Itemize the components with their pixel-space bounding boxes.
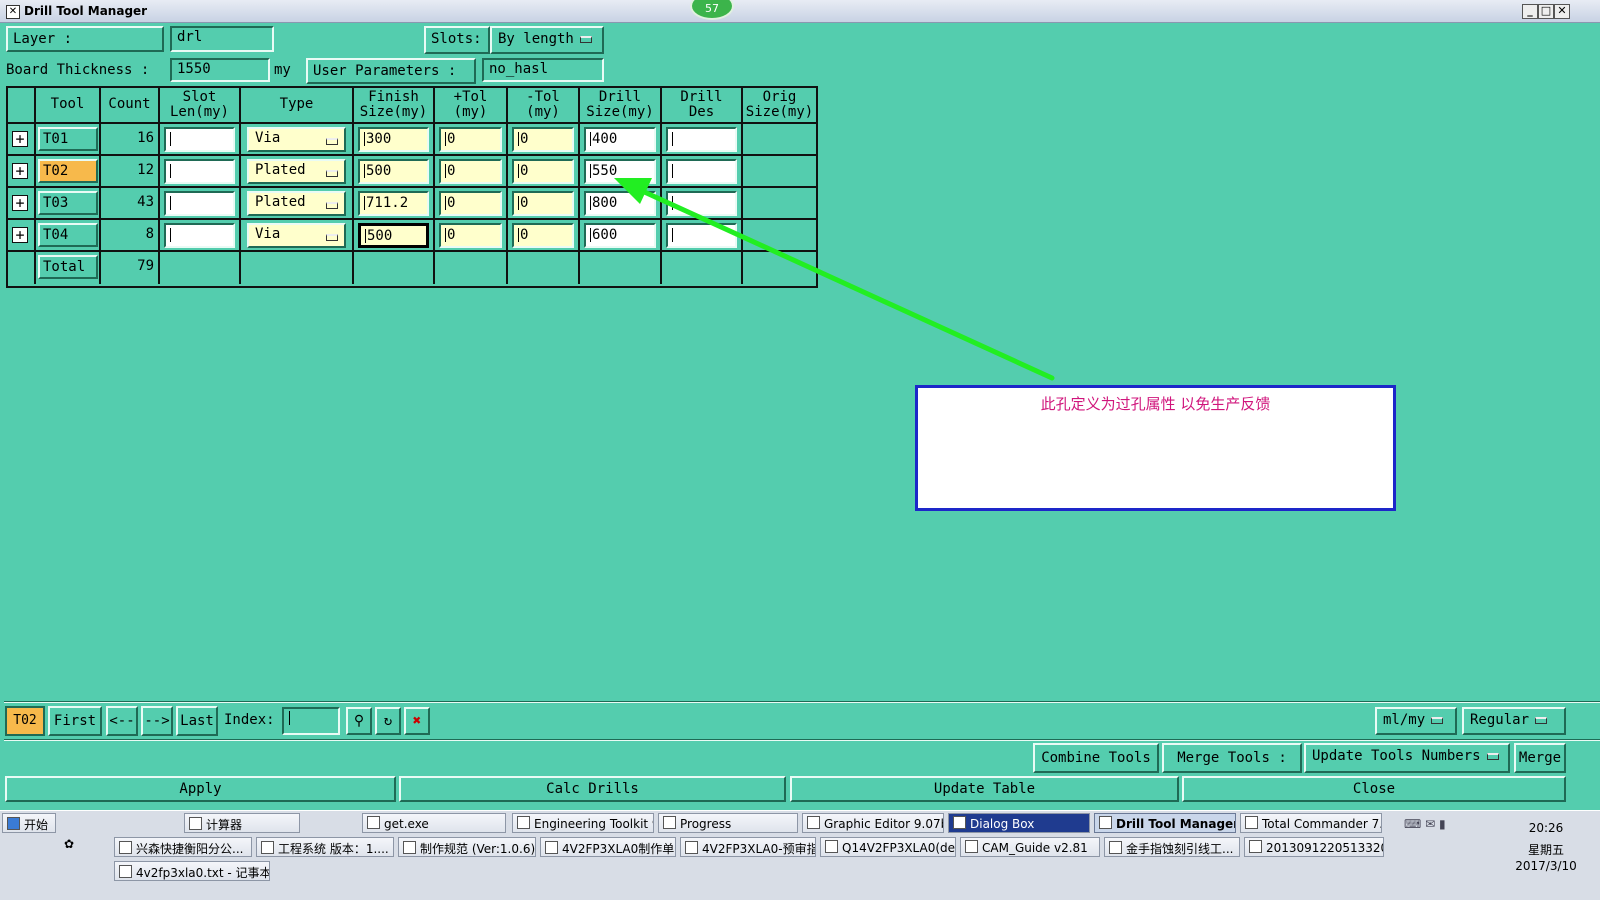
app-icon xyxy=(807,816,820,829)
apply-button[interactable]: Apply xyxy=(5,776,396,802)
taskbar-item-label: get.exe xyxy=(384,817,429,831)
merge-tools-label: Merge Tools : xyxy=(1162,743,1302,773)
taskbar-item[interactable]: get.exe xyxy=(362,813,506,833)
taskbar-item-label: Q14V2FP3XLA0(dezh... xyxy=(842,841,956,855)
search-icon[interactable]: ⚲ xyxy=(346,707,372,735)
taskbar-item-label: CAM_Guide v2.81 xyxy=(982,841,1088,855)
update-table-button[interactable]: Update Table xyxy=(790,776,1179,802)
mode-value: Regular xyxy=(1470,712,1530,728)
app-icon xyxy=(1245,816,1258,829)
taskbar-item[interactable]: Progress xyxy=(658,813,798,833)
taskbar-item[interactable]: Engineering Toolkit 9.... xyxy=(512,813,654,833)
divider xyxy=(4,739,1600,741)
index-label: Index: xyxy=(224,712,275,728)
taskbar-item-label: 兴森快捷衡阳分公... xyxy=(136,842,244,856)
taskbar-item-label: Engineering Toolkit 9.... xyxy=(534,817,653,831)
notepad-icon xyxy=(119,865,132,878)
update-tools-numbers-dropdown[interactable]: Update Tools Numbers xyxy=(1304,743,1510,773)
word-icon xyxy=(1109,841,1122,854)
taskbar-item[interactable]: 20130912205133203... xyxy=(1244,837,1384,857)
app-icon xyxy=(119,841,132,854)
taskbar-item-label: 金手指蚀刻引线工... xyxy=(1126,842,1234,856)
taskbar-item[interactable]: Total Commander 7.0 ... xyxy=(1240,813,1382,833)
windows-icon xyxy=(7,817,20,830)
app-icon xyxy=(1099,816,1112,829)
taskbar-item[interactable]: 4v2fp3xla0.txt - 记事本 xyxy=(114,861,270,881)
app-icon xyxy=(953,816,966,829)
taskbar: 开始 ✿ 计算器 get.exe Engineering Toolkit 9..… xyxy=(0,810,1600,900)
taskbar-item[interactable]: 4V2FP3XLA0制作单.... xyxy=(540,837,676,857)
taskbar-item[interactable]: 兴森快捷衡阳分公... xyxy=(114,837,252,857)
excel-icon xyxy=(685,841,698,854)
taskbar-item[interactable]: 金手指蚀刻引线工... xyxy=(1104,837,1240,857)
divider xyxy=(4,701,1600,703)
taskbar-item-label: Dialog Box xyxy=(970,817,1035,831)
app-icon xyxy=(663,816,676,829)
taskbar-item-label: 4V2FP3XLA0制作单.... xyxy=(562,842,675,856)
taskbar-item-label: Graphic Editor 9.07b2 ... xyxy=(824,817,943,831)
dropdown-arrow-icon xyxy=(1486,752,1499,760)
clock-day: 星期五 xyxy=(1527,843,1564,857)
index-input[interactable] xyxy=(282,707,340,735)
clock-time: 20:26 xyxy=(1528,821,1564,835)
taskbar-item-label: 4V2FP3XLA0-预审指... xyxy=(702,842,815,856)
last-button[interactable]: Last xyxy=(176,706,218,736)
word-icon xyxy=(1249,840,1262,853)
excel-icon xyxy=(825,840,838,853)
start-label: 开始 xyxy=(24,818,49,832)
taskbar-item-label: Total Commander 7.0 ... xyxy=(1262,817,1381,831)
units-dropdown[interactable]: ml/my xyxy=(1375,707,1457,735)
taskbar-item-label: 制作规范 (Ver:1.0.6) xyxy=(420,842,536,856)
next-button[interactable]: --> xyxy=(141,706,173,736)
taskbar-item-label: 20130912205133203... xyxy=(1266,841,1383,855)
app-icon xyxy=(517,816,530,829)
current-tool-indicator: T02 xyxy=(5,706,45,736)
taskbar-item-label: 计算器 xyxy=(206,818,243,832)
taskbar-item[interactable]: Dialog Box xyxy=(948,813,1090,833)
refresh-icon[interactable]: ↻ xyxy=(375,707,401,735)
taskbar-item-label: 4v2fp3xla0.txt - 记事本 xyxy=(136,866,270,880)
taskbar-item-label: 工程系统 版本：1.... xyxy=(278,842,389,856)
taskbar-item[interactable]: 工程系统 版本：1.... xyxy=(256,837,394,857)
taskbar-item[interactable]: 4V2FP3XLA0-预审指... xyxy=(680,837,816,857)
app-icon xyxy=(965,840,978,853)
calculator-icon xyxy=(189,817,202,830)
app-icon xyxy=(367,816,380,829)
calc-drills-button[interactable]: Calc Drills xyxy=(399,776,786,802)
clock-date: 2017/3/10 xyxy=(1515,859,1577,873)
prev-button[interactable]: <-- xyxy=(106,706,138,736)
taskbar-item-active[interactable]: Drill Tool Manager xyxy=(1094,813,1236,833)
taskbar-item[interactable]: Graphic Editor 9.07b2 ... xyxy=(802,813,944,833)
dropdown-arrow-icon xyxy=(1431,716,1444,724)
taskbar-item[interactable]: CAM_Guide v2.81 xyxy=(960,837,1100,857)
first-button[interactable]: First xyxy=(48,706,102,736)
tray-icons[interactable]: ⌨ ✉ ▮ xyxy=(1404,817,1446,831)
taskbar-item-label: Drill Tool Manager xyxy=(1116,817,1236,831)
taskbar-item[interactable]: 计算器 xyxy=(184,813,300,833)
flower-icon[interactable]: ✿ xyxy=(64,837,84,857)
excel-icon xyxy=(545,841,558,854)
app-icon xyxy=(261,841,274,854)
document-icon xyxy=(403,841,416,854)
combine-tools-button[interactable]: Combine Tools xyxy=(1033,743,1159,773)
merge-button[interactable]: Merge xyxy=(1514,743,1566,773)
mode-dropdown[interactable]: Regular xyxy=(1462,707,1566,735)
taskbar-item[interactable]: Q14V2FP3XLA0(dezh... xyxy=(820,837,956,857)
dropdown-arrow-icon xyxy=(1535,716,1548,724)
close-button[interactable]: Close xyxy=(1182,776,1566,802)
taskbar-item-label: Progress xyxy=(680,817,732,831)
start-button[interactable]: 开始 xyxy=(2,813,56,833)
update-tools-numbers-value: Update Tools Numbers xyxy=(1312,748,1481,764)
units-value: ml/my xyxy=(1383,712,1426,728)
taskbar-item[interactable]: 制作规范 (Ver:1.0.6) xyxy=(398,837,536,857)
annotation-note: 此孔定义为过孔属性 以免生产反馈 xyxy=(915,385,1396,511)
delete-icon[interactable]: ✖ xyxy=(404,707,430,735)
